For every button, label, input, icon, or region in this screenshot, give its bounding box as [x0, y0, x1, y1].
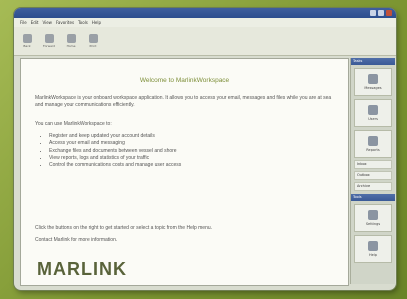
settings-label: Settings [365, 222, 381, 226]
menu-view[interactable]: View [42, 20, 52, 25]
close-button[interactable] [386, 10, 392, 16]
sidepanel-item-outbox[interactable]: Outbox [354, 171, 392, 180]
report-icon [368, 136, 378, 146]
home-label: Home [66, 44, 76, 48]
menu-bar: File Edit View Favorites Tools Help [14, 18, 396, 27]
list-item: Register and keep updated your account d… [49, 133, 339, 139]
users-label: Users [368, 117, 378, 121]
print-label: Print [89, 44, 97, 48]
you-can-line: You can use MarlinkWorkspace to: [35, 121, 112, 127]
app-window: File Edit View Favorites Tools Help Back… [14, 8, 396, 290]
menu-tools[interactable]: Tools [78, 20, 88, 25]
list-item: View reports, logs and statistics of you… [49, 155, 339, 161]
envelope-icon [368, 74, 378, 84]
users-button[interactable]: Users [354, 99, 392, 127]
forward-label: Forward [42, 44, 56, 48]
list-item: Exchange files and documents between ves… [49, 148, 339, 154]
list-item: Control the communications costs and man… [49, 162, 339, 168]
forward-button[interactable]: Forward [42, 34, 56, 48]
home-icon [66, 34, 76, 43]
help-line: Click the buttons on the right to get st… [35, 225, 213, 231]
menu-file[interactable]: File [20, 20, 27, 25]
gear-icon [368, 210, 378, 220]
settings-button[interactable]: Settings [354, 204, 392, 232]
document-title: Welcome to MarlinkWorkspace [139, 77, 230, 84]
minimize-button[interactable] [370, 10, 376, 16]
maximize-button[interactable] [378, 10, 384, 16]
sidepanel-item-inbox[interactable]: Inbox [354, 160, 392, 169]
document-pane: Welcome to MarlinkWorkspace MarlinkWorks… [20, 58, 349, 286]
feature-list: Register and keep updated your account d… [41, 133, 339, 169]
toolbar: Back Forward Home Print [14, 27, 396, 56]
users-icon [368, 105, 378, 115]
print-button[interactable]: Print [86, 34, 100, 48]
task-sidepanel: Tasks Messages Users Reports Inbox Outbo… [350, 58, 395, 284]
menu-favorites[interactable]: Favorites [56, 20, 74, 25]
messages-label: Messages [364, 86, 382, 90]
forward-arrow-icon [44, 34, 54, 43]
home-button[interactable]: Home [64, 34, 78, 48]
intro-paragraph: MarlinkWorkspace is your onboard workspa… [35, 95, 332, 108]
back-arrow-icon [22, 34, 32, 43]
reports-button[interactable]: Reports [354, 130, 392, 158]
print-icon [88, 34, 98, 43]
help-label: Help [369, 253, 377, 257]
back-button[interactable]: Back [20, 34, 34, 48]
list-item: Access your email and messaging [49, 140, 339, 146]
help-icon [368, 241, 378, 251]
contact-line: Contact Marlink for more information. [35, 237, 118, 243]
messages-button[interactable]: Messages [354, 68, 392, 96]
sidepanel-section-tools: Tools [351, 194, 395, 201]
help-button[interactable]: Help [354, 235, 392, 263]
sidepanel-header: Tasks [351, 58, 395, 65]
reports-label: Reports [366, 148, 380, 152]
menu-edit[interactable]: Edit [31, 20, 39, 25]
title-bar [14, 8, 396, 18]
sidepanel-item-archive[interactable]: Archive [354, 182, 392, 191]
marlink-logo: MARLINK [37, 259, 127, 279]
back-label: Back [23, 44, 31, 48]
menu-help[interactable]: Help [92, 20, 101, 25]
